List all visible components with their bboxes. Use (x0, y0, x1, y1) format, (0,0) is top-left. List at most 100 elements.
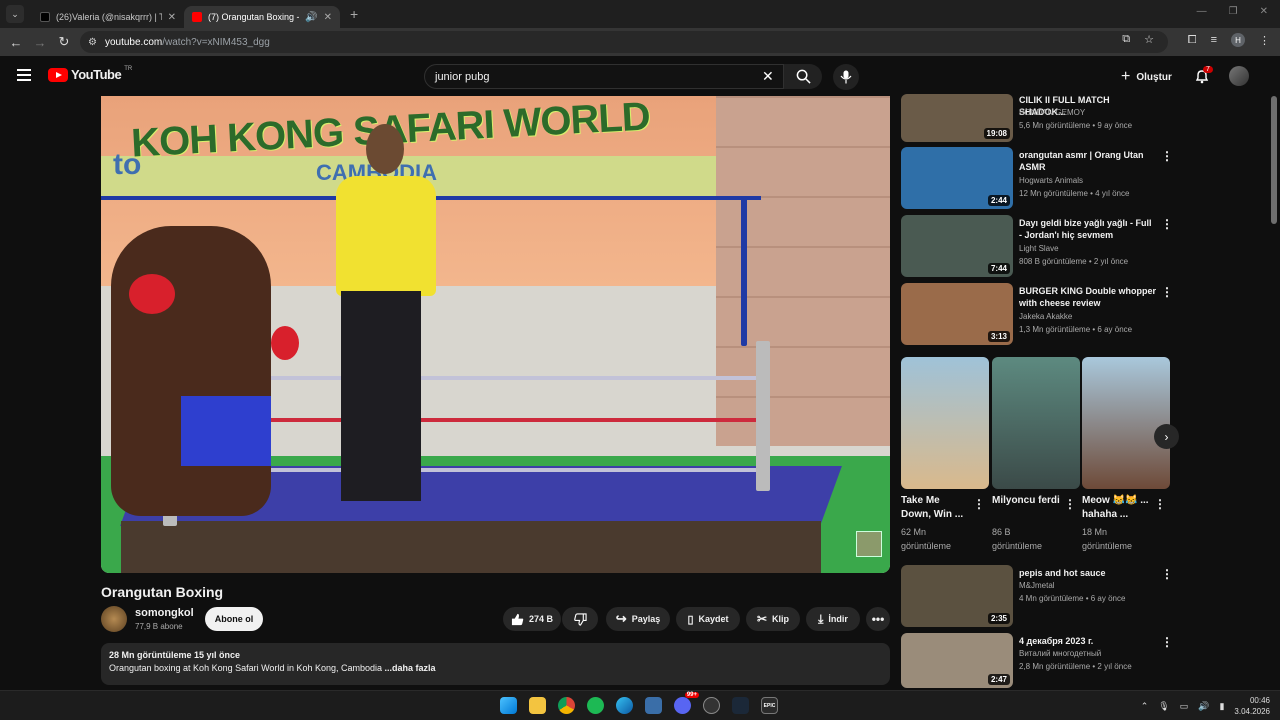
recommended-video[interactable]: 2:35 pepis and hot sauce M&Jmetal 4 Mn g… (901, 565, 1191, 627)
short-thumbnail[interactable] (1082, 357, 1170, 489)
share-button[interactable]: ↪ Paylaş (606, 607, 670, 631)
video-thumbnail[interactable]: 2:44 (901, 147, 1013, 209)
video-meta: 808 B görüntüleme • 2 yıl önce (1019, 257, 1129, 266)
menu-icon[interactable] (17, 69, 31, 81)
network-icon[interactable]: ▭ (1180, 701, 1189, 712)
video-title[interactable]: BURGER KING Double whopper with cheese r… (1019, 285, 1157, 309)
spotify-icon[interactable] (587, 697, 604, 714)
short-title[interactable]: Milyoncu ferdi (992, 494, 1062, 508)
search-input[interactable]: junior pubg (424, 64, 784, 89)
volume-icon[interactable]: 🔊 (1198, 701, 1209, 712)
short-title[interactable]: Meow 😹😹 ... hahaha ... (1082, 494, 1152, 522)
recommended-video[interactable]: 2:44 orangutan asmr | Orang Utan ASMR Ho… (901, 147, 1191, 209)
like-button[interactable]: 274 B (503, 607, 561, 631)
app-icon[interactable] (703, 697, 720, 714)
channel-name[interactable]: Jakeka Akakke (1019, 312, 1072, 321)
chrome-icon[interactable] (558, 697, 575, 714)
forward-icon[interactable]: → (28, 35, 52, 50)
video-title[interactable]: orangutan asmr | Orang Utan ASMR (1019, 149, 1157, 173)
channel-name[interactable]: somongkol (135, 607, 194, 619)
short-title[interactable]: Take Me Down, Win ... (901, 494, 971, 522)
save-button[interactable]: ▯ Kaydet (676, 607, 740, 631)
video-thumbnail[interactable]: 7:44 (901, 215, 1013, 277)
video-meta: 2,8 Mn görüntüleme • 2 yıl önce (1019, 662, 1132, 671)
tab-tiktok[interactable]: (26)Valeria (@nisakqrrr) | TikTok ✕ (32, 6, 184, 28)
channel-name[interactable]: Light Slave (1019, 244, 1059, 253)
recommended-video[interactable]: 2:47 4 декабря 2023 г. Виталий многодетн… (901, 633, 1191, 688)
site-info-icon[interactable]: ⚙ (88, 37, 97, 48)
tab-youtube[interactable]: (7) Orangutan Boxing - YouTube 🔊 ✕ (184, 6, 340, 28)
extensions-icon[interactable]: ⧠ (1188, 34, 1197, 47)
description-box[interactable]: 28 Mn görüntüleme 15 yıl önce Orangutan … (101, 643, 890, 685)
reload-icon[interactable]: ↻ (52, 34, 76, 50)
more-options-icon[interactable]: ⋮ (1161, 217, 1173, 231)
recommended-video[interactable]: 3:13 BURGER KING Double whopper with che… (901, 283, 1191, 345)
dislike-button[interactable] (562, 607, 598, 631)
boxing-glove (129, 274, 175, 314)
account-avatar[interactable] (1229, 66, 1249, 86)
close-window-icon[interactable]: ✕ (1260, 6, 1268, 17)
youtube-logo[interactable]: YouTube TR (48, 66, 132, 82)
media-controls-icon[interactable]: ≡ (1211, 34, 1217, 46)
recommended-video[interactable]: 19:08 CILIK II FULL MATCH SHADOK... BOND… (901, 94, 1191, 142)
video-thumbnail[interactable]: 2:35 (901, 565, 1013, 627)
video-title[interactable]: 4 декабря 2023 г. (1019, 635, 1157, 647)
back-icon[interactable]: ← (4, 35, 28, 50)
file-explorer-icon[interactable] (529, 697, 546, 714)
channel-name[interactable]: Виталий многодетный (1019, 649, 1101, 658)
more-options-icon[interactable]: ⋮ (1161, 285, 1173, 299)
channel-name[interactable]: BONDAN GEMOY (1019, 108, 1085, 117)
search-button[interactable] (784, 64, 822, 89)
tab-search-button[interactable]: ⌄ (6, 5, 24, 23)
channel-name[interactable]: M&Jmetal (1019, 581, 1055, 590)
new-tab-button[interactable]: + (350, 6, 358, 22)
windows-start-icon[interactable] (500, 697, 517, 714)
clip-button[interactable]: ✂ Klip (746, 607, 800, 631)
minimize-icon[interactable]: — (1197, 6, 1207, 17)
url-bar[interactable]: ⚙ youtube.com/watch?v=xNIM453_dgg (80, 31, 1168, 53)
close-tab-icon[interactable]: ✕ (168, 12, 176, 23)
profile-avatar[interactable]: H (1231, 33, 1245, 47)
maximize-icon[interactable]: ❐ (1229, 6, 1238, 17)
more-actions-button[interactable]: ••• (866, 607, 890, 631)
short-thumbnail[interactable] (992, 357, 1080, 489)
channel-name[interactable]: Hogwarts Animals (1019, 176, 1083, 185)
subscribe-button[interactable]: Abone ol (205, 607, 263, 631)
cast-icon[interactable]: ⧉ (1122, 33, 1130, 46)
microphone-icon[interactable]: 🎙 (1158, 701, 1169, 712)
voice-search-button[interactable] (833, 64, 859, 90)
epic-games-icon[interactable]: EPIC (761, 697, 778, 714)
more-options-icon[interactable]: ⋮ (1161, 635, 1173, 649)
shorts-next-button[interactable]: › (1154, 424, 1179, 449)
short-thumbnail[interactable] (901, 357, 989, 489)
video-title[interactable]: pepis and hot sauce (1019, 567, 1157, 579)
steam-icon[interactable] (732, 697, 749, 714)
video-thumbnail[interactable]: 2:47 (901, 633, 1013, 688)
channel-avatar[interactable] (101, 606, 127, 632)
close-tab-icon[interactable]: ✕ (324, 12, 332, 23)
video-title[interactable]: Dayı geldi bize yağlı yağlı - Full - Jor… (1019, 217, 1157, 241)
more-options-icon[interactable]: ⋮ (1064, 497, 1076, 511)
bookmark-star-icon[interactable]: ☆ (1144, 33, 1154, 46)
game-app-icon[interactable] (645, 697, 662, 714)
chevron-up-icon[interactable]: ⌃ (1141, 701, 1149, 712)
more-options-icon[interactable]: ⋮ (973, 497, 985, 511)
page-scrollbar[interactable] (1271, 96, 1277, 224)
more-options-icon[interactable]: ⋮ (1161, 567, 1173, 581)
speaker-icon[interactable]: 🔊 (305, 12, 317, 23)
discord-icon[interactable]: 99+ (674, 692, 699, 714)
download-button[interactable]: ⤓ İndir (806, 607, 860, 631)
show-more-link[interactable]: ...daha fazla (385, 663, 436, 673)
video-player[interactable]: to KOH KONG SAFARI WORLD CAMBODIA (101, 96, 890, 573)
more-options-icon[interactable]: ⋮ (1154, 497, 1166, 511)
recommended-video[interactable]: 7:44 Dayı geldi bize yağlı yağlı - Full … (901, 215, 1191, 277)
clear-search-icon[interactable]: ✕ (762, 68, 774, 85)
more-options-icon[interactable]: ⋮ (1161, 149, 1173, 163)
video-thumbnail[interactable]: 19:08 (901, 94, 1013, 142)
browser-menu-icon[interactable]: ⋮ (1259, 34, 1270, 47)
clock[interactable]: 00:46 3.04.2026 (1234, 695, 1270, 717)
video-thumbnail[interactable]: 3:13 (901, 283, 1013, 345)
battery-icon[interactable]: ▮ (1219, 701, 1224, 712)
edge-icon[interactable] (616, 697, 633, 714)
create-button[interactable]: + Oluştur (1121, 68, 1172, 86)
